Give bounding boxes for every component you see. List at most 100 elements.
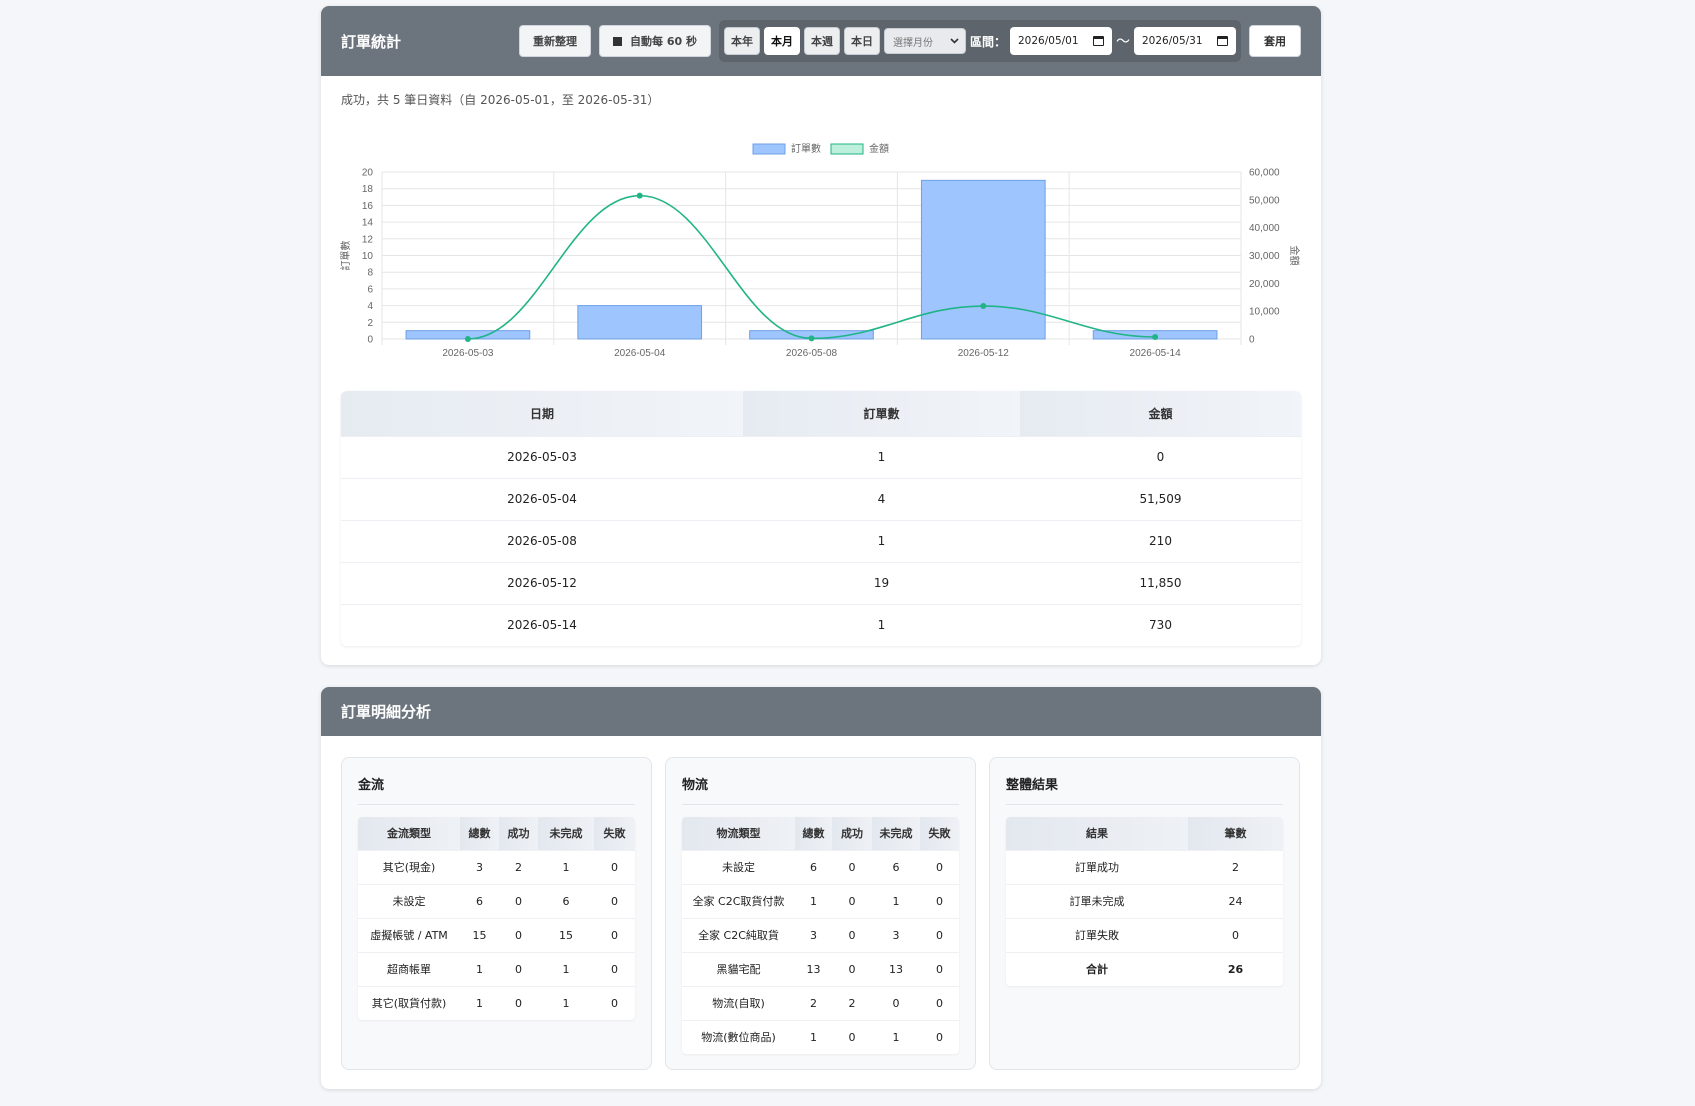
- cell: 6: [872, 849, 920, 884]
- logistics-title: 物流: [682, 774, 959, 805]
- cell: 15: [538, 917, 594, 952]
- auto-refresh-toggle[interactable]: 自動每 60 秒: [599, 25, 711, 57]
- line-point: [980, 303, 987, 310]
- order-analysis-header: 訂單明細分析: [321, 687, 1321, 736]
- refresh-button[interactable]: 重新整理: [519, 25, 592, 57]
- table-row: 未設定 6 0 6 0: [682, 849, 959, 884]
- order-stats-title: 訂單統計: [341, 32, 402, 51]
- column-header: 結果: [1006, 817, 1188, 850]
- cell: 1: [538, 849, 594, 884]
- stop-icon: [613, 36, 623, 46]
- column-header: 失敗: [920, 817, 959, 850]
- calendar-icon[interactable]: [1217, 36, 1228, 46]
- table-row: 物流(數位商品) 1 0 1 0: [682, 1019, 959, 1054]
- start-date-input[interactable]: 2026/05/01: [1010, 27, 1112, 55]
- line-point: [464, 336, 471, 342]
- payment-title: 金流: [358, 774, 635, 805]
- calendar-icon[interactable]: [1093, 36, 1104, 46]
- cell: 13: [872, 951, 920, 986]
- table-row: 全家 C2C取貨付款 1 0 1 0: [682, 883, 959, 918]
- line-point: [636, 192, 643, 199]
- cell: 1: [872, 1019, 920, 1054]
- cell: 0: [920, 985, 959, 1020]
- column-header: 失敗: [594, 817, 635, 850]
- cell: 1: [460, 951, 499, 986]
- y2-tick-label: 0: [1249, 335, 1255, 346]
- period-week-button[interactable]: 本週: [803, 27, 840, 55]
- legend-label-orders: 訂單數: [791, 142, 821, 155]
- cell: 其它(現金): [358, 849, 460, 884]
- payment-table: 金流類型 總數 成功 未完成 失敗 其它(現金) 3 2 1 0 未設定 6 0 6 0 虛擬帳…: [358, 817, 635, 1020]
- cell: 訂單失敗: [1006, 917, 1188, 952]
- cell: 訂單成功: [1006, 849, 1188, 884]
- cell: 6: [795, 849, 832, 884]
- cell: 15: [460, 917, 499, 952]
- cell: 1: [872, 883, 920, 918]
- chevron-down-icon: [950, 38, 959, 44]
- period-day-button[interactable]: 本日: [843, 27, 880, 55]
- table-header-row: 結果 筆數: [1006, 817, 1283, 850]
- cell-orders: 19: [743, 561, 1020, 604]
- cell: 24: [1188, 883, 1283, 918]
- y-tick-label: 6: [367, 284, 373, 295]
- end-date-input[interactable]: 2026/05/31: [1134, 27, 1236, 55]
- line-point: [808, 335, 815, 342]
- cell: 0: [594, 985, 635, 1020]
- legend-swatch-amount: [830, 143, 864, 155]
- y2-tick-label: 30,000: [1249, 251, 1280, 262]
- table-header-row: 金流類型 總數 成功 未完成 失敗: [358, 817, 635, 850]
- table-row: 其它(取貨付款) 1 0 1 0: [358, 985, 635, 1020]
- column-header: 金額: [1020, 391, 1301, 436]
- y-tick-label: 4: [367, 301, 373, 312]
- cell-orders: 1: [743, 603, 1020, 646]
- apply-button[interactable]: 套用: [1249, 25, 1301, 57]
- cell-date: 2026-05-08: [341, 519, 743, 562]
- cell: 1: [795, 883, 832, 918]
- column-header: 訂單數: [743, 391, 1020, 436]
- column-header: 成功: [499, 817, 538, 850]
- cell: 1: [795, 1019, 832, 1054]
- y-tick-label: 8: [367, 268, 373, 279]
- cell: 3: [460, 849, 499, 884]
- cell: 全家 C2C取貨付款: [682, 883, 795, 918]
- cell: 0: [832, 951, 872, 986]
- cell: 26: [1188, 951, 1283, 986]
- period-month-button[interactable]: 本月: [763, 27, 800, 55]
- bar: [577, 305, 703, 340]
- cell: 0: [920, 849, 959, 884]
- table-row: 2026-05-08 1 210: [341, 519, 1301, 562]
- column-header: 金流類型: [358, 817, 460, 850]
- cell-amount: 0: [1020, 435, 1301, 478]
- cell: 超商帳單: [358, 951, 460, 986]
- table-row: 訂單成功 2: [1006, 849, 1283, 884]
- cell-orders: 1: [743, 435, 1020, 478]
- cell: 訂單未完成: [1006, 883, 1188, 918]
- cell: 6: [538, 883, 594, 918]
- end-date-value: 2026/05/31: [1142, 35, 1203, 47]
- cell-amount: 730: [1020, 603, 1301, 646]
- x-tick-label: 2026-05-08: [786, 348, 838, 359]
- order-stats-header: 訂單統計 重新整理 自動每 60 秒 本年 本月 本週 本日 選擇月份 區間： …: [321, 6, 1321, 76]
- cell: 虛擬帳號 / ATM: [358, 917, 460, 952]
- period-year-button[interactable]: 本年: [723, 27, 760, 55]
- table-row: 2026-05-03 1 0: [341, 435, 1301, 478]
- cell: 0: [920, 951, 959, 986]
- order-analysis-title: 訂單明細分析: [341, 703, 432, 721]
- month-select[interactable]: 選擇月份: [883, 28, 966, 54]
- auto-refresh-label: 自動每 60 秒: [630, 35, 697, 48]
- bar: [920, 179, 1046, 340]
- x-tick-label: 2026-05-03: [442, 348, 494, 359]
- cell: 合計: [1006, 951, 1188, 986]
- total-row: 合計 26: [1006, 951, 1283, 986]
- cell: 未設定: [682, 849, 795, 884]
- cell: 未設定: [358, 883, 460, 918]
- cell: 0: [594, 917, 635, 952]
- date-range-group: 本年 本月 本週 本日 選擇月份 區間： 2026/05/01 〜 2026/0…: [718, 20, 1241, 62]
- table-row: 訂單失敗 0: [1006, 917, 1283, 952]
- table-header-row: 物流類型 總數 成功 未完成 失敗: [682, 817, 959, 850]
- cell: 2: [499, 849, 538, 884]
- cell: 0: [872, 985, 920, 1020]
- y-tick-label: 20: [362, 168, 374, 179]
- cell-date: 2026-05-04: [341, 477, 743, 520]
- y2-tick-label: 40,000: [1249, 223, 1280, 234]
